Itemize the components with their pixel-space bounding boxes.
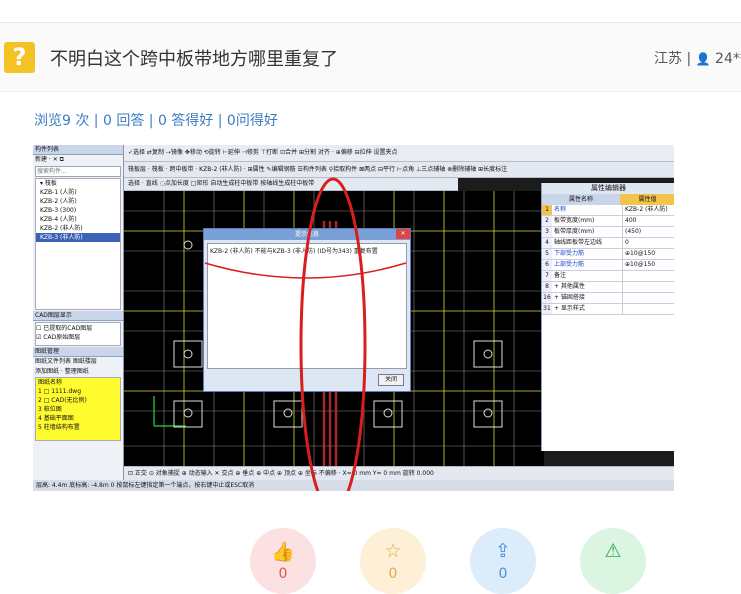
favorite-count: 0 xyxy=(388,566,398,582)
star-icon: ☆ xyxy=(384,540,402,562)
question-stats: 浏览9 次 | 0 回答 | 0 答得好 | 0问得好 xyxy=(34,113,278,129)
question-screenshot[interactable]: 构件列表 新建 · ✕ ⧉ 搜索构件... ▾ 筏板 KZB-1 (人防) KZ… xyxy=(33,145,674,491)
user-icon: 👤 xyxy=(695,52,711,66)
question-title: 不明白这个跨中板带地方哪里重复了 xyxy=(50,49,338,70)
share-button[interactable]: ⇪ 0 xyxy=(470,528,536,594)
thumbs-up-icon: 👍 xyxy=(271,541,295,563)
share-count: 0 xyxy=(498,566,508,582)
annotation-overlay xyxy=(204,177,407,491)
user-name[interactable]: 24*** xyxy=(715,51,741,67)
like-count: 0 xyxy=(278,566,288,582)
question-icon: ? xyxy=(4,42,35,73)
action-bar: 👍 0 ☆ 0 ⇪ 0 ⚠ xyxy=(0,525,741,594)
question-meta: 江苏 | 👤 24*** xyxy=(654,48,741,68)
meta-separator: | xyxy=(686,51,692,67)
location-label: 江苏 xyxy=(654,51,682,67)
favorite-button[interactable]: ☆ 0 xyxy=(360,528,426,594)
report-button[interactable]: ⚠ xyxy=(580,528,646,594)
warning-icon: ⚠ xyxy=(604,540,622,562)
share-icon: ⇪ xyxy=(495,540,511,562)
like-button[interactable]: 👍 0 xyxy=(250,528,316,594)
red-annotation-ellipse xyxy=(299,177,367,491)
